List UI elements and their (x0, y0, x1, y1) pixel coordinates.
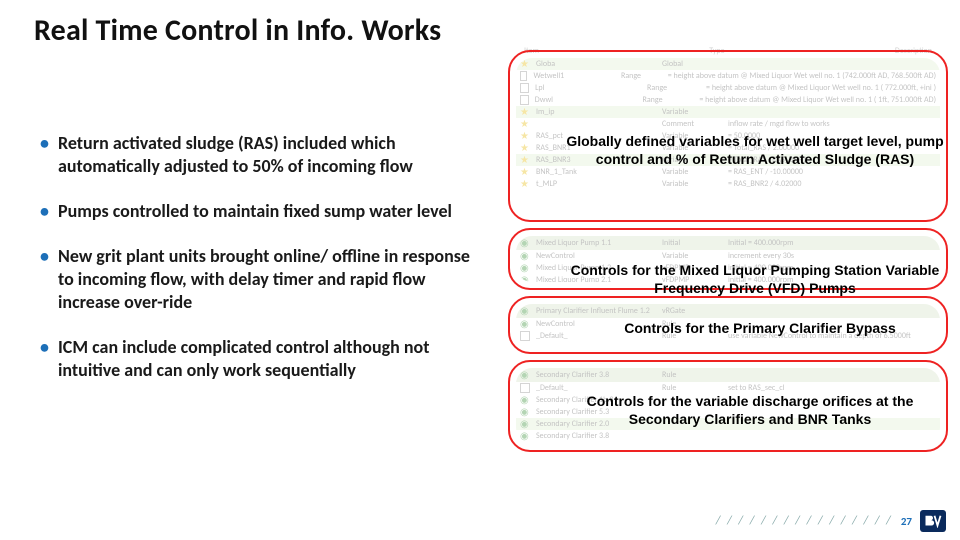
hatch-decoration: / / / / / / / / / / / / / / / / (716, 514, 893, 528)
bullet-list: Return activated sludge (RAS) included w… (40, 132, 470, 404)
slide-title: Real Time Control in Info. Works (34, 12, 441, 49)
callout-global-variables: Globally defined variables for wet well … (560, 133, 950, 168)
footer: / / / / / / / / / / / / / / / / 27 (716, 510, 946, 532)
bullet-item: Pumps controlled to maintain fixed sump … (40, 200, 470, 223)
callout-vfd-pumps: Controls for the Mixed Liquor Pumping St… (560, 262, 950, 297)
bullet-item: ICM can include complicated control alth… (40, 336, 470, 382)
page-number: 27 (901, 515, 912, 528)
bullet-item: New grit plant units brought online/ off… (40, 245, 470, 314)
bv-logo-icon (924, 514, 942, 528)
bv-logo (920, 510, 946, 532)
bullet-item: Return activated sludge (RAS) included w… (40, 132, 470, 178)
slide: Real Time Control in Info. Works Return … (0, 0, 960, 540)
callout-primary-clarifier: Controls for the Primary Clarifier Bypas… (580, 320, 940, 338)
callout-secondary-clarifiers: Controls for the variable discharge orif… (550, 393, 950, 428)
